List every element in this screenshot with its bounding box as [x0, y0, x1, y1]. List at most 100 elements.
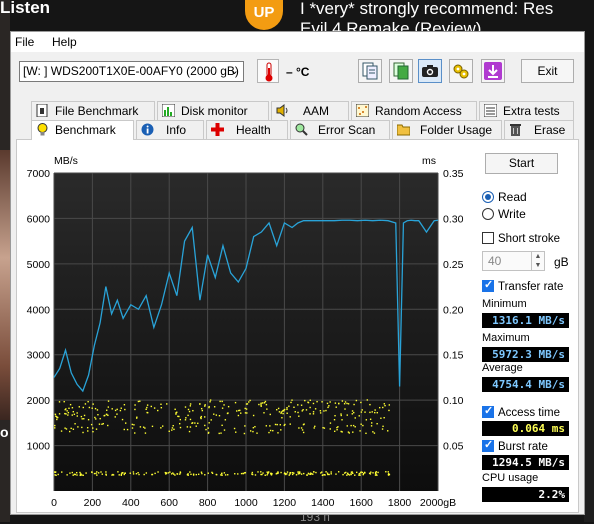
access-time-point	[200, 417, 202, 420]
tab-error-scan[interactable]: Error Scan	[290, 120, 390, 139]
average-label: Average	[482, 362, 523, 374]
short-stroke-checkbox[interactable]: Short stroke	[482, 232, 560, 245]
x-tick-label: 1200	[273, 497, 297, 509]
access-time-point	[223, 429, 226, 431]
access-time-point	[134, 408, 136, 411]
access-time-point	[266, 408, 268, 410]
exit-button[interactable]: Exit	[521, 59, 574, 83]
access-time-point	[343, 403, 346, 405]
access-time-point	[76, 415, 78, 417]
tab-erase[interactable]: Erase	[504, 120, 574, 139]
download-button[interactable]	[481, 59, 505, 83]
access-time-point	[252, 414, 255, 417]
x-tick-label: 2000gB	[420, 497, 456, 509]
screenshot-button[interactable]	[418, 59, 442, 83]
options-button[interactable]	[449, 59, 473, 83]
access-time-point	[211, 471, 213, 474]
access-time-point	[58, 401, 61, 403]
background-logo: UP	[245, 0, 283, 30]
tab-benchmark[interactable]: Benchmark	[31, 120, 134, 140]
access-time-point	[226, 474, 229, 476]
tab-disk-monitor[interactable]: Disk monitor	[157, 101, 269, 120]
access-time-checkbox[interactable]: Access time	[482, 404, 560, 419]
access-time-point	[99, 417, 101, 420]
access-time-point	[268, 431, 270, 434]
spinner-arrows-icon[interactable]: ▲ ▼	[531, 252, 544, 270]
y-tick-label-right: 0.30	[443, 213, 464, 225]
access-time-point	[274, 423, 277, 426]
access-time-point	[262, 472, 264, 474]
access-time-point	[192, 409, 194, 412]
access-time-point	[326, 402, 329, 405]
access-time-point	[254, 425, 256, 428]
copy-info-icon	[362, 62, 378, 80]
write-radio[interactable]: Write	[482, 207, 526, 221]
access-time-point	[303, 472, 305, 475]
access-time-point	[68, 407, 70, 410]
read-radio[interactable]: Read	[482, 190, 527, 204]
access-time-point	[371, 411, 373, 413]
tab-label: Erase	[534, 123, 566, 137]
access-time-point	[347, 403, 350, 405]
tab-file-benchmark[interactable]: File Benchmark	[31, 101, 155, 120]
y-tick-label-left: 3000	[27, 350, 51, 362]
access-time-point	[387, 473, 390, 476]
menu-help[interactable]: Help	[52, 35, 77, 49]
tab-aam[interactable]: AAM	[271, 101, 349, 120]
access-time-point	[179, 473, 181, 475]
access-time-point	[312, 471, 315, 473]
access-time-point	[124, 472, 127, 474]
tab-extra-tests[interactable]: Extra tests	[479, 101, 574, 120]
access-time-point	[66, 410, 68, 412]
access-time-point	[342, 473, 344, 476]
tab-health[interactable]: Health	[206, 120, 288, 139]
access-time-point	[260, 404, 262, 406]
tab-random-access[interactable]: Random Access	[351, 101, 477, 120]
access-time-point	[169, 471, 171, 473]
access-time-point	[137, 400, 140, 403]
read-label: Read	[498, 190, 527, 204]
access-time-point	[223, 472, 226, 474]
access-time-point	[92, 427, 94, 429]
access-time-point	[371, 422, 373, 424]
access-time-point	[328, 405, 330, 407]
menu-file[interactable]: File	[15, 35, 34, 49]
access-time-point	[320, 472, 322, 474]
copy-text-button[interactable]	[389, 59, 413, 83]
tab-folder-usage[interactable]: Folder Usage	[392, 120, 502, 139]
tab-info[interactable]: Info	[136, 120, 204, 139]
transfer-rate-checkbox[interactable]: Transfer rate	[482, 278, 563, 293]
access-time-point	[174, 474, 176, 476]
access-time-point	[134, 432, 136, 434]
copy-info-button[interactable]	[358, 59, 382, 83]
access-time-point	[195, 425, 197, 427]
access-time-point	[360, 411, 363, 413]
access-time-point	[309, 399, 311, 401]
access-time-point	[245, 408, 248, 410]
access-time-point	[215, 414, 218, 416]
access-time-point	[60, 430, 63, 432]
access-time-point	[346, 414, 348, 416]
access-time-point	[71, 414, 73, 416]
tab-label: Error Scan	[318, 123, 376, 137]
access-time-point	[376, 423, 378, 425]
access-time-point	[263, 412, 265, 414]
access-time-point	[289, 416, 291, 418]
burst-rate-checkbox[interactable]: Burst rate	[482, 438, 548, 453]
access-time-point	[83, 418, 85, 420]
background-title: Listen	[0, 0, 51, 17]
access-time-point	[81, 426, 83, 429]
access-time-point	[344, 401, 347, 403]
start-button[interactable]: Start	[485, 153, 558, 174]
access-time-point	[144, 427, 146, 429]
access-time-point	[269, 413, 271, 416]
access-time-point	[356, 471, 358, 474]
access-time-point	[179, 471, 182, 473]
access-time-point	[360, 423, 362, 425]
access-time-point	[251, 471, 254, 474]
short-stroke-input[interactable]: 40 ▲ ▼	[482, 251, 545, 271]
access-time-point	[257, 471, 259, 473]
drive-select[interactable]: [W: ] WDS200T1X0E-00AFY0 (2000 gB) ⌄	[19, 61, 244, 82]
access-time-point	[329, 422, 332, 424]
access-time-point	[352, 424, 355, 427]
